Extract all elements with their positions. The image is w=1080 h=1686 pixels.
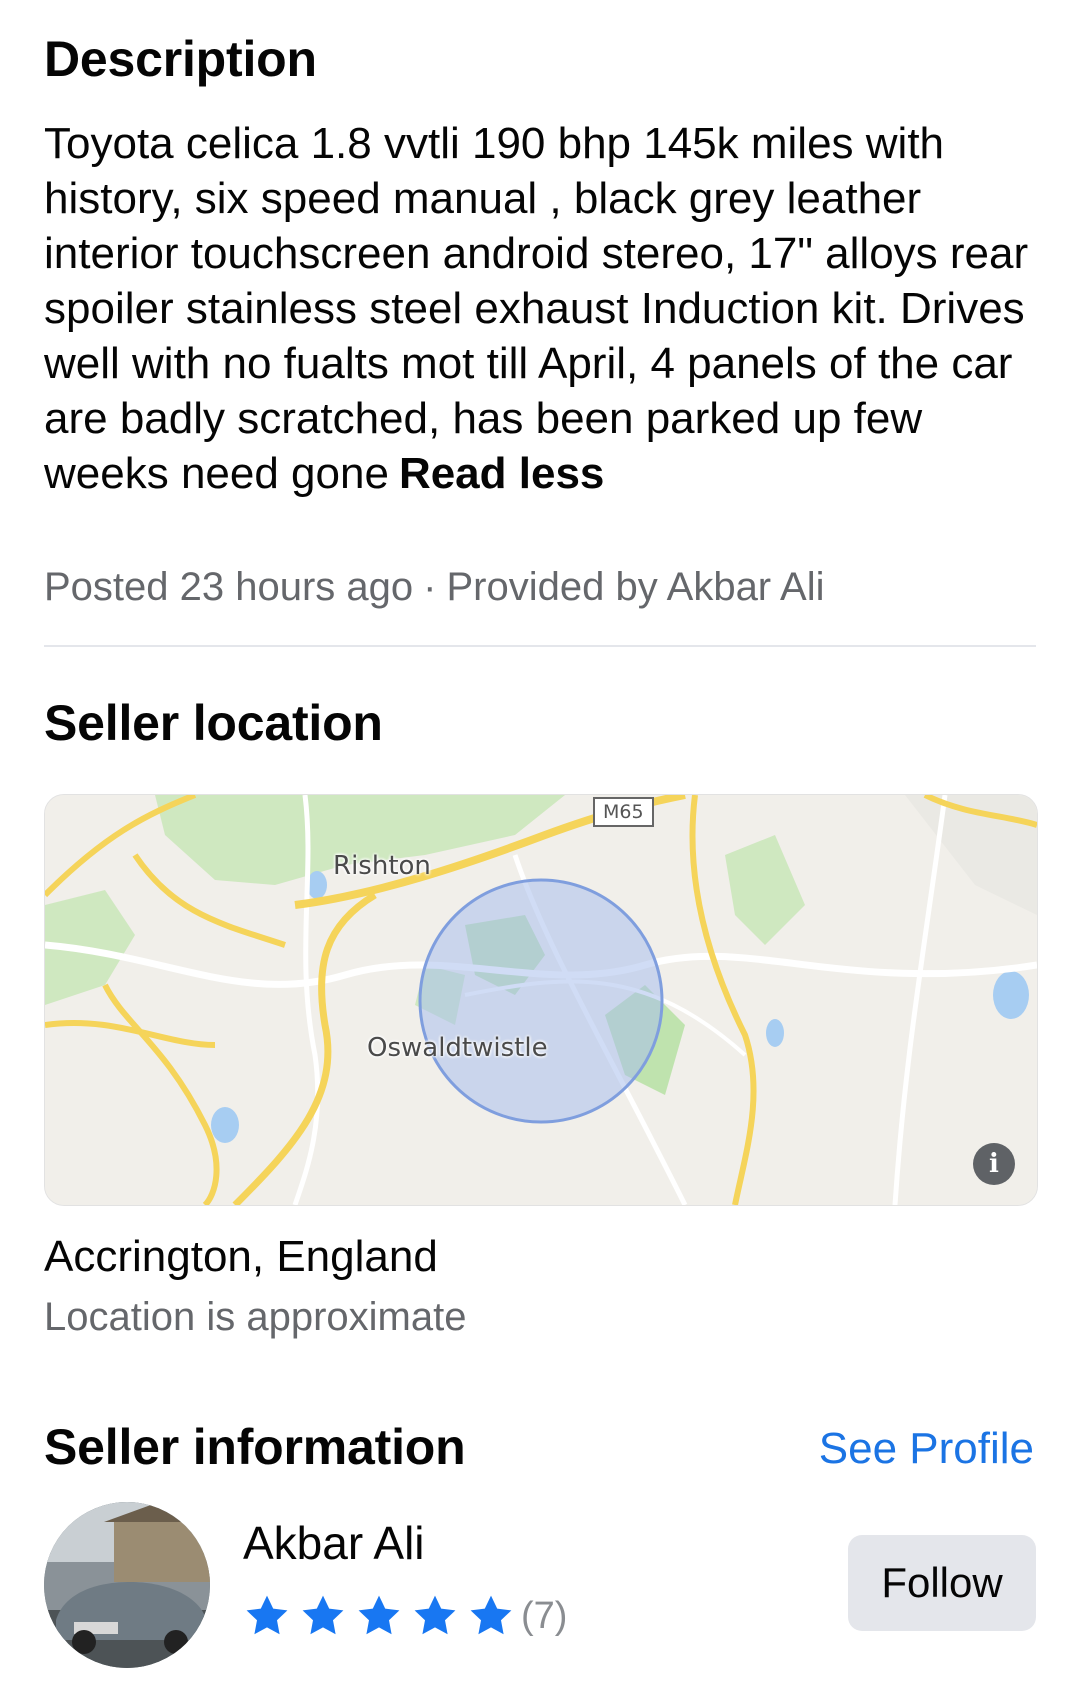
- star-icon: [414, 1595, 456, 1635]
- location-approx-note: Location is approximate: [44, 1295, 467, 1339]
- seller-name[interactable]: Akbar Ali: [243, 1516, 425, 1570]
- seller-avatar[interactable]: [44, 1502, 210, 1668]
- map-label-rishton: Rishton: [333, 851, 431, 881]
- see-profile-link[interactable]: See Profile: [819, 1424, 1034, 1474]
- seller-city: Accrington, England: [44, 1232, 438, 1281]
- posted-time: Posted 23 hours ago: [44, 565, 414, 609]
- map-canvas: [45, 795, 1037, 1205]
- description-heading: Description: [44, 31, 317, 87]
- seller-location-heading: Seller location: [44, 695, 383, 751]
- seller-rating: (7): [243, 1592, 567, 1640]
- follow-button[interactable]: Follow: [848, 1535, 1036, 1631]
- provided-by[interactable]: Provided by Akbar Ali: [447, 565, 825, 609]
- listing-meta: Posted 23 hours ago · Provided by Akbar Al…: [44, 565, 825, 610]
- info-icon[interactable]: i: [973, 1143, 1015, 1185]
- avatar-photo: [44, 1502, 210, 1668]
- star-icon: [358, 1595, 400, 1635]
- map-label-oswaldtwistle: Oswaldtwistle: [367, 1033, 548, 1063]
- rating-count: (7): [521, 1594, 568, 1637]
- section-divider: [44, 645, 1036, 647]
- star-icon: [302, 1595, 344, 1635]
- meta-separator: ·: [423, 565, 437, 609]
- description-text-block: Toyota celica 1.8 vvtli 190 bhp 145k mil…: [44, 116, 1044, 501]
- read-less-link[interactable]: Read less: [399, 449, 604, 498]
- seller-location-map[interactable]: M65 Rishton Oswaldtwistle i: [44, 794, 1038, 1206]
- description-text: Toyota celica 1.8 vvtli 190 bhp 145k mil…: [44, 119, 1029, 498]
- star-icon: [470, 1595, 512, 1635]
- seller-information-heading: Seller information: [44, 1419, 466, 1475]
- motorway-shield-m65: M65: [593, 797, 654, 827]
- star-icon: [246, 1595, 288, 1635]
